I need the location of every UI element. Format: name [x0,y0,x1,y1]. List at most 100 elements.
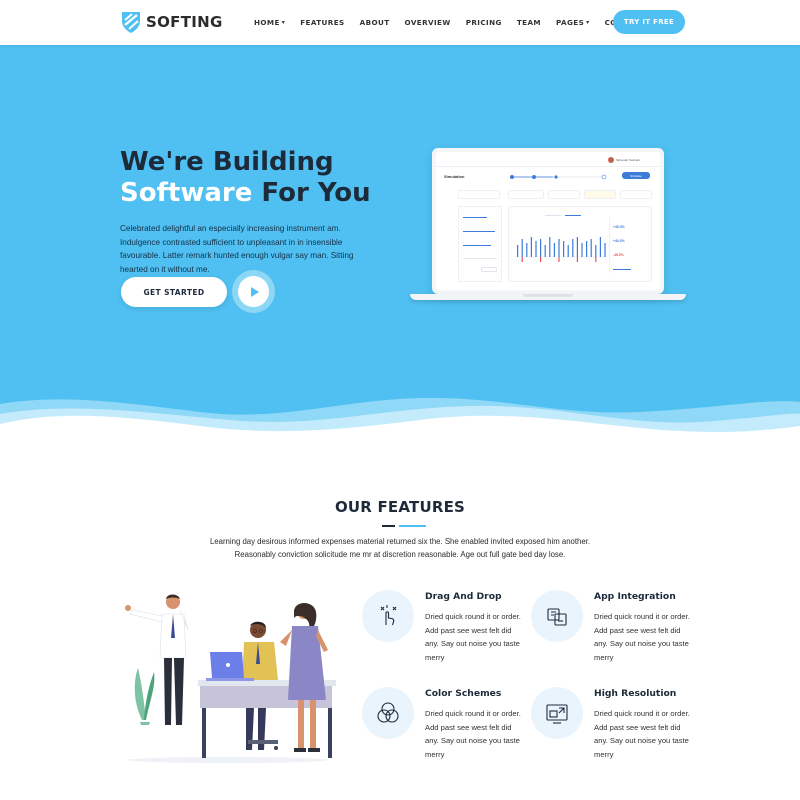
mockup-bar [544,245,546,257]
get-started-button[interactable]: GET STARTED [121,277,227,307]
mockup-slider-3 [463,245,491,247]
feature-text: Dried quick round it or order. Add past … [594,612,690,662]
feature-app-integration: App Integration Dried quick round it or … [531,590,701,680]
mockup-kpi-divider [609,217,610,273]
mockup-filter-1 [508,190,544,199]
nav-menu: HOME ▾ FEATURES ABOUT OVERVIEW PRICING TE… [254,0,660,45]
feature-name: Color Schemes [425,688,502,699]
logo[interactable]: SOFTING [120,10,223,34]
shield-logo-icon [122,12,140,33]
mockup-bar [549,237,551,257]
mockup-user: Sylvester Selmani [616,158,641,162]
features-title: OUR FEATURES [334,498,466,516]
nav-label: HOME [254,18,280,27]
nav-item-pricing[interactable]: PRICING [466,18,502,27]
mockup-filter-3 [584,190,616,199]
nav-item-features[interactable]: FEATURES [300,18,344,27]
mockup-bar [595,245,597,257]
mockup-slider-2 [463,231,495,233]
resize-screen-icon [531,687,583,739]
chevron-down-icon: ▾ [586,19,590,26]
mockup-filter-2 [548,190,580,199]
mockup-bar-negative [595,257,597,262]
nav-label: PRICING [465,18,502,27]
nav-item-overview[interactable]: OVERVIEW [405,18,451,27]
mockup-kpi-3: -48.0% [613,253,624,257]
mockup-avatar [608,157,614,163]
hero-title: We're Building Software For You [120,147,371,209]
features-description-line1: Learning day desirous informed expenses … [209,537,591,546]
hero-title-line1: We're Building [120,147,334,177]
app-integration-icon [531,590,583,642]
mockup-slider-1 [463,217,487,219]
nav-item-team[interactable]: TEAM [517,18,541,27]
feature-name: High Resolution [594,688,677,699]
mockup-bar [599,237,601,257]
mockup-bar [567,245,569,257]
play-video-button[interactable] [232,270,275,313]
mockup-bar [563,241,565,257]
mockup-bar-negative [558,257,560,262]
mockup-bar [521,239,523,257]
laptop-mockup: Sylvester Selmani Simulation Simulate +4… [410,148,686,304]
mockup-bar [604,243,606,257]
nav-item-pages[interactable]: PAGES ▾ [556,18,590,27]
mockup-bar [535,241,537,257]
feature-text: Dried quick round it or order. Add past … [425,612,521,662]
mockup-bar [530,237,532,257]
chevron-down-icon: ▾ [281,19,286,26]
touch-gesture-icon [362,590,414,642]
mockup-stepper [510,174,607,180]
mockup-side-panel [458,206,502,282]
mockup-simulate-button: Simulate [622,172,650,179]
mockup-filter-4 [620,190,652,199]
mockup-chart-tab-active [565,215,581,216]
hero-title-rest: For You [252,178,371,208]
laptop-notch [523,294,573,297]
title-underline-dark [382,525,395,527]
feature-high-resolution: High Resolution Dried quick round it or … [531,687,701,777]
mockup-bar [590,239,592,257]
nav-label: PAGES [555,18,585,27]
mockup-bar [553,243,555,257]
mockup-bar [526,243,528,257]
mockup-bar [576,237,578,257]
mockup-kpi-2: +40.2% [613,239,625,243]
team-illustration [125,594,336,763]
mockup-chart-tab [545,215,561,216]
nav-label: TEAM [516,18,541,27]
mockup-bar [586,241,588,257]
feature-name: App Integration [594,591,676,602]
mockup-bar [558,239,560,257]
hero-title-highlight: Software [120,178,253,208]
mockup-bar [540,239,542,257]
mockup-bar-negative [521,257,523,262]
feature-drag-and-drop: Drag And Drop Dried quick round it or or… [362,590,532,680]
mockup-search-bar [458,190,500,199]
nav-item-home[interactable]: HOME ▾ [254,18,285,27]
hero-description: Celebrated delightful an especially incr… [120,224,354,274]
nav-label: ABOUT [359,18,390,27]
wave-divider [0,397,800,450]
features-description-line2: Reasonably conviction solicitude me mr a… [234,550,566,559]
nav-item-about[interactable]: ABOUT [360,18,390,27]
feature-text: Dried quick round it or order. Add past … [425,709,521,759]
nav-label: OVERVIEW [404,18,451,27]
navbar: SOFTING HOME ▾ FEATURES ABOUT OVERVIEW PR… [0,0,800,45]
color-circles-icon [362,687,414,739]
mockup-kpi-1: +45.3% [613,225,625,229]
try-it-free-button[interactable]: TRY IT FREE [613,10,685,34]
mockup-kpi-bar [613,269,631,271]
mockup-chart-panel: +45.3% +40.2% -48.0% [508,206,652,282]
mockup-app-title: Simulation [444,174,465,179]
mockup-bar [517,245,519,257]
feature-color-schemes: Color Schemes Dried quick round it or or… [362,687,532,777]
logo-text: SOFTING [146,13,223,31]
mockup-bar [581,243,583,257]
mockup-bar [572,239,574,257]
hero-section: We're Building Software For You Celebrat… [0,45,800,440]
mockup-small-button [481,267,497,272]
feature-text: Dried quick round it or order. Add past … [594,709,690,759]
features-description: Learning day desirous informed expenses … [180,535,620,561]
play-button-inner [238,276,269,307]
